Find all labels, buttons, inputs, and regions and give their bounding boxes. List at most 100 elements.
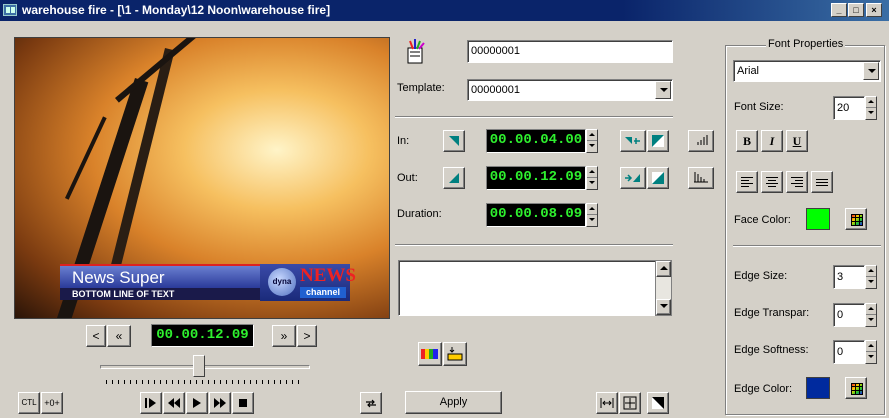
align-center-button[interactable]	[761, 171, 783, 193]
notes-scrollbar[interactable]	[655, 260, 672, 316]
rewind-button[interactable]: «	[107, 325, 131, 347]
spinner-up-icon[interactable]	[587, 204, 597, 215]
arrow-up-icon	[660, 266, 668, 270]
ctl-button[interactable]: CTL	[18, 392, 40, 414]
lower-third-button[interactable]	[443, 342, 467, 366]
set-in-button[interactable]	[443, 130, 465, 152]
face-color-swatch[interactable]	[806, 208, 830, 230]
edge-transpar-input[interactable]: 0	[833, 303, 865, 327]
apply-button[interactable]: Apply	[405, 391, 502, 414]
levels-reverse-button[interactable]	[688, 167, 714, 189]
scrub-slider-thumb[interactable]	[192, 355, 205, 377]
clip-name-input[interactable]: 00000001	[467, 40, 673, 63]
font-family-select[interactable]: Arial	[733, 60, 881, 82]
wipe-icon	[652, 397, 664, 409]
edge-transpar-label: Edge Transpar:	[734, 307, 810, 319]
spinner-up-icon[interactable]	[587, 167, 597, 178]
notes-textarea[interactable]	[398, 260, 656, 316]
go-to-in-button[interactable]	[620, 130, 646, 152]
font-size-input[interactable]: 20	[833, 96, 865, 120]
trim-in-button[interactable]	[647, 130, 669, 152]
font-size-spinner[interactable]	[865, 96, 877, 120]
spinner-up-icon[interactable]	[866, 304, 876, 315]
logo-globe: dyna	[268, 268, 296, 296]
spinner-down-icon[interactable]	[866, 108, 876, 119]
spinner-down-icon[interactable]	[866, 277, 876, 288]
template-select[interactable]: 00000001	[467, 79, 673, 101]
edge-size-input[interactable]: 3	[833, 265, 865, 289]
minimize-button[interactable]: _	[831, 3, 847, 17]
rewind-transport-button[interactable]	[163, 392, 185, 414]
face-color-label: Face Color:	[734, 214, 791, 226]
edge-softness-input[interactable]: 0	[833, 340, 865, 364]
edge-size-label: Edge Size:	[734, 270, 788, 282]
palette-grid-icon	[851, 214, 863, 226]
divider	[395, 244, 673, 246]
out-timecode[interactable]: 00.00.12.09	[486, 166, 586, 190]
levels-button[interactable]	[688, 130, 714, 152]
edge-softness-spinner[interactable]	[865, 340, 877, 364]
fast-forward-icon	[214, 398, 226, 408]
color-bars-button[interactable]	[418, 342, 442, 366]
fast-forward-button[interactable]: »	[272, 325, 296, 347]
edge-transpar-spinner[interactable]	[865, 303, 877, 327]
app-icon[interactable]	[3, 4, 17, 16]
spinner-down-icon[interactable]	[866, 352, 876, 363]
stop-icon	[239, 399, 247, 407]
spinner-down-icon[interactable]	[587, 215, 597, 226]
align-right-icon	[791, 177, 803, 187]
italic-button[interactable]: I	[761, 130, 783, 152]
next-frame-button[interactable]: >	[297, 325, 317, 347]
close-button[interactable]: ×	[866, 3, 882, 17]
go-to-out-button[interactable]	[620, 167, 646, 189]
title-bar[interactable]: warehouse fire - [\1 - Monday\12 Noon\wa…	[0, 0, 889, 21]
align-left-button[interactable]	[736, 171, 758, 193]
justify-icon	[816, 177, 828, 187]
step-button[interactable]: +0+	[41, 392, 63, 414]
chevron-down-icon[interactable]	[655, 81, 671, 99]
trim-in-icon	[652, 135, 664, 147]
play-to-button[interactable]	[140, 392, 162, 414]
justify-button[interactable]	[811, 171, 833, 193]
duration-timecode[interactable]: 00.00.08.09	[486, 203, 586, 227]
bold-button[interactable]: B	[736, 130, 758, 152]
window-title: warehouse fire - [\1 - Monday\12 Noon\wa…	[22, 3, 331, 17]
forward-transport-button[interactable]	[209, 392, 231, 414]
lower-third-bar: News Super	[60, 264, 260, 288]
mark-out-icon	[449, 173, 459, 183]
duration-spinner[interactable]	[586, 203, 598, 227]
spinner-up-icon[interactable]	[866, 341, 876, 352]
maximize-button[interactable]: □	[848, 3, 864, 17]
spinner-up-icon[interactable]	[866, 97, 876, 108]
underline-button[interactable]: U	[786, 130, 808, 152]
scroll-down-button[interactable]	[656, 299, 671, 315]
spinner-down-icon[interactable]	[587, 141, 597, 152]
prev-frame-button[interactable]: <	[86, 325, 106, 347]
set-out-button[interactable]	[443, 167, 465, 189]
wipe-button[interactable]	[647, 392, 669, 414]
spinner-up-icon[interactable]	[587, 130, 597, 141]
edge-size-spinner[interactable]	[865, 265, 877, 289]
in-timecode[interactable]: 00.00.04.00	[486, 129, 586, 153]
edge-color-palette-button[interactable]	[845, 377, 867, 399]
spinner-down-icon[interactable]	[866, 315, 876, 326]
spinner-down-icon[interactable]	[587, 178, 597, 189]
lower-third-sub-text: BOTTOM LINE OF TEXT	[60, 288, 260, 300]
out-spinner[interactable]	[586, 166, 598, 190]
fit-width-button[interactable]	[596, 392, 618, 414]
edge-color-swatch[interactable]	[806, 377, 830, 399]
scrub-slider-track[interactable]	[100, 365, 310, 369]
align-right-button[interactable]	[786, 171, 808, 193]
go-to-out-icon	[625, 174, 640, 182]
in-spinner[interactable]	[586, 129, 598, 153]
face-color-palette-button[interactable]	[845, 208, 867, 230]
play-button[interactable]	[186, 392, 208, 414]
spinner-up-icon[interactable]	[866, 266, 876, 277]
chevron-down-icon[interactable]	[863, 62, 879, 80]
levels-reverse-icon	[694, 172, 708, 183]
trim-out-button[interactable]	[647, 167, 669, 189]
stop-button[interactable]	[232, 392, 254, 414]
loop-button[interactable]	[360, 392, 382, 414]
safe-area-button[interactable]	[619, 392, 641, 414]
scroll-up-button[interactable]	[656, 261, 671, 277]
